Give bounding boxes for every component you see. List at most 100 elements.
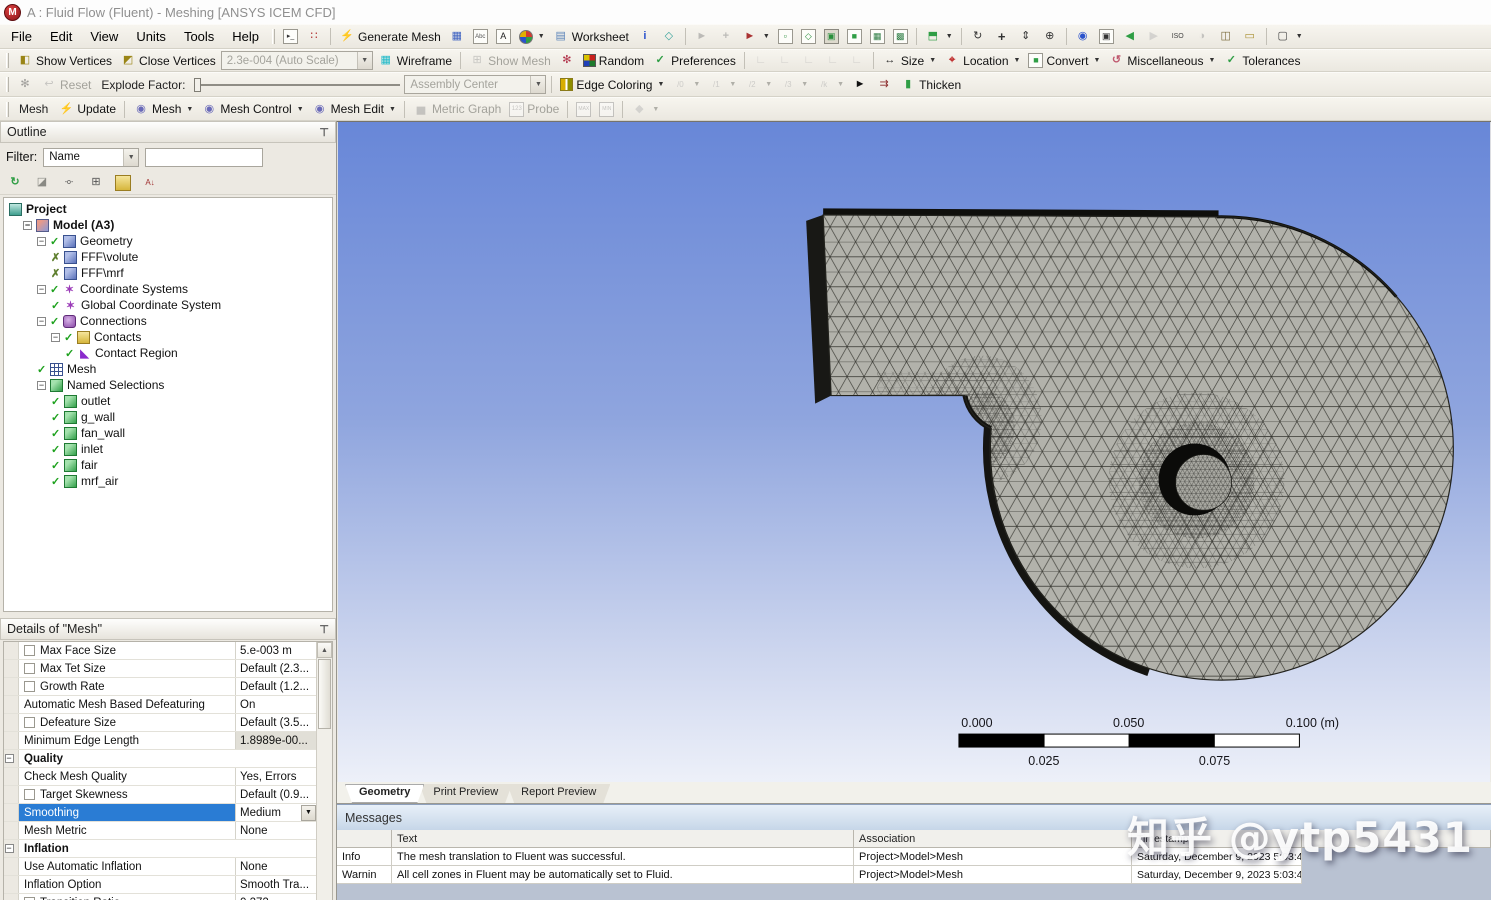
details-value[interactable]: 5.e-003 m [236, 642, 316, 659]
tree-item-contact-region[interactable]: ✓◣Contact Region [4, 345, 332, 361]
manage-views-icon[interactable]: ◫ [1215, 28, 1237, 46]
tree-expander-icon[interactable]: − [37, 285, 46, 294]
details-label[interactable]: Use Automatic Inflation [19, 858, 236, 875]
select-face-icon[interactable]: ▣ [821, 28, 842, 45]
explode-factor-slider[interactable] [192, 77, 402, 93]
details-row-max-tet-size[interactable]: Max Tet SizeDefault (2.3... [4, 660, 316, 678]
details-row-mesh-metric[interactable]: Mesh MetricNone [4, 822, 316, 840]
details-row-growth-rate[interactable]: Growth RateDefault (1.2... [4, 678, 316, 696]
checkbox[interactable] [24, 717, 35, 728]
annotation-icon-2[interactable]: ∟ [774, 52, 796, 70]
tree-expander-icon[interactable]: − [37, 237, 46, 246]
annotation-icon-3[interactable]: ∟ [798, 52, 820, 70]
details-value[interactable]: Default (0.9... [236, 786, 316, 803]
filter-type-combo[interactable]: Name ▼ [43, 148, 139, 167]
details-value[interactable]: Default (1.2... [236, 678, 316, 695]
wireframe-button[interactable]: ▦Wireframe [375, 52, 455, 70]
details-row-max-face-size[interactable]: Max Face Size5.e-003 m [4, 642, 316, 660]
preferences-button[interactable]: ✓Preferences [649, 52, 739, 70]
details-label[interactable]: Smoothing [19, 804, 236, 821]
section-collapse-icon[interactable]: − [5, 844, 14, 853]
details-row-automatic-mesh-based-defeaturing[interactable]: Automatic Mesh Based DefeaturingOn [4, 696, 316, 714]
convert-dropdown[interactable]: ■Convert▼ [1025, 52, 1103, 69]
menu-help[interactable]: Help [224, 27, 267, 46]
tree-item-inlet[interactable]: ✓inlet [4, 441, 332, 457]
tree-item-outlet[interactable]: ✓outlet [4, 393, 332, 409]
vertex-scale-combo[interactable]: 2.3e-004 (Auto Scale)▼ [221, 51, 373, 70]
new-chart-icon[interactable]: ▦ [446, 28, 468, 46]
details-label[interactable]: Inflation Option [19, 876, 236, 893]
details-label[interactable]: Check Mesh Quality [19, 768, 236, 785]
extend-selection-icon[interactable]: ⬒▼ [922, 28, 956, 46]
magnifier-icon[interactable]: ◉ [1072, 28, 1094, 46]
expand-all-icon[interactable]: ⊞ [85, 174, 107, 192]
select-mode-icon[interactable]: ►▼ [739, 28, 773, 46]
details-label[interactable]: Defeature Size [19, 714, 236, 731]
console-icon[interactable]: ▸_ [280, 28, 301, 45]
filter-search-input[interactable] [145, 148, 263, 167]
details-label[interactable]: Transition Ratio [19, 894, 236, 900]
select-body-icon[interactable]: ■ [844, 28, 865, 45]
edge-direction-1-icon[interactable]: /1▼ [705, 76, 739, 94]
probe-button[interactable]: 123Probe [506, 101, 562, 118]
tree-item-project[interactable]: Project [4, 201, 332, 217]
text-icon[interactable]: A [493, 28, 514, 45]
details-value[interactable]: Default (3.5... [236, 714, 316, 731]
chevron-down-icon[interactable]: ▼ [538, 33, 545, 40]
details-row-inflation-option[interactable]: Inflation OptionSmooth Tra... [4, 876, 316, 894]
zoom-in-icon[interactable]: ⊕ [1039, 28, 1061, 46]
chevron-down-icon[interactable]: ▼ [763, 33, 770, 40]
chevron-down-icon[interactable]: ▼ [297, 106, 304, 113]
chevron-down-icon[interactable]: ▼ [946, 33, 953, 40]
chevron-down-icon[interactable]: ▼ [837, 81, 844, 88]
slider-thumb[interactable] [194, 78, 201, 92]
iso-view-icon[interactable]: ISO [1167, 28, 1189, 46]
tree-item-global-coordinate-system[interactable]: ✓✶Global Coordinate System [4, 297, 332, 313]
chevron-down-icon[interactable]: ▼ [765, 81, 772, 88]
chevron-down-icon[interactable]: ▼ [1296, 33, 1303, 40]
tree-item-coordinate-systems[interactable]: −✓✶Coordinate Systems [4, 281, 332, 297]
tree-item-mesh[interactable]: ✓Mesh [4, 361, 332, 377]
menu-units[interactable]: Units [128, 27, 174, 46]
details-label[interactable]: Max Tet Size [19, 660, 236, 677]
details-label[interactable]: Inflation [19, 840, 316, 857]
chevron-down-icon[interactable]: ▼ [123, 149, 138, 166]
zoom-box-icon[interactable]: ▣ [1096, 28, 1117, 45]
thicken-button[interactable]: ▮Thicken [897, 76, 964, 94]
tab-print-preview[interactable]: Print Preview [419, 784, 512, 803]
menu-view[interactable]: View [82, 27, 126, 46]
update-button[interactable]: ⚡Update [55, 100, 119, 118]
coordinates-pick-icon[interactable]: + [715, 28, 737, 46]
show-vertices-button[interactable]: ◧Show Vertices [14, 52, 115, 70]
graph-connections-icon[interactable]: -o- [58, 174, 80, 192]
details-row-target-skewness[interactable]: Target SkewnessDefault (0.9... [4, 786, 316, 804]
details-label[interactable]: Growth Rate [19, 678, 236, 695]
tag-icon[interactable]: ◇ [658, 28, 680, 46]
details-value[interactable]: Yes, Errors [236, 768, 316, 785]
edge-direction-3-icon[interactable]: /3▼ [777, 76, 811, 94]
edge-direction-k-icon[interactable]: /k▼ [813, 76, 847, 94]
details-row-inflation[interactable]: −Inflation [4, 840, 316, 858]
dock-icon[interactable]: ∷ [303, 28, 325, 46]
details-label[interactable]: Max Face Size [19, 642, 236, 659]
show-mesh-button[interactable]: ⊞Show Mesh [466, 52, 554, 70]
generate-mesh-button[interactable]: ⚡Generate Mesh [336, 28, 444, 46]
viewports-icon[interactable]: ▢▼ [1272, 28, 1306, 46]
checkbox[interactable] [24, 681, 35, 692]
tree-item-contacts[interactable]: −✓Contacts [4, 329, 332, 345]
random-colors-button[interactable]: Random [580, 53, 647, 69]
tree-expander-icon[interactable]: − [37, 381, 46, 390]
select-node-icon[interactable]: ▦ [867, 28, 888, 45]
tree-item-fan-wall[interactable]: ✓fan_wall [4, 425, 332, 441]
folder-icon[interactable] [112, 174, 134, 192]
tree-item-fff-volute[interactable]: ✗FFF\volute [4, 249, 332, 265]
menu-file[interactable]: File [3, 27, 40, 46]
details-label[interactable]: Automatic Mesh Based Defeaturing [19, 696, 236, 713]
tree-item-named-selections[interactable]: −Named Selections [4, 377, 332, 393]
explode-view-icon[interactable]: ✻ [556, 52, 578, 70]
scrollbar-thumb[interactable] [318, 659, 331, 729]
tree-item-geometry[interactable]: −✓Geometry [4, 233, 332, 249]
chevron-down-icon[interactable]: ▼ [1093, 57, 1100, 64]
chevron-down-icon[interactable]: ▼ [1208, 57, 1215, 64]
message-row[interactable]: WarninAll cell zones in Fluent may be au… [337, 866, 1491, 884]
